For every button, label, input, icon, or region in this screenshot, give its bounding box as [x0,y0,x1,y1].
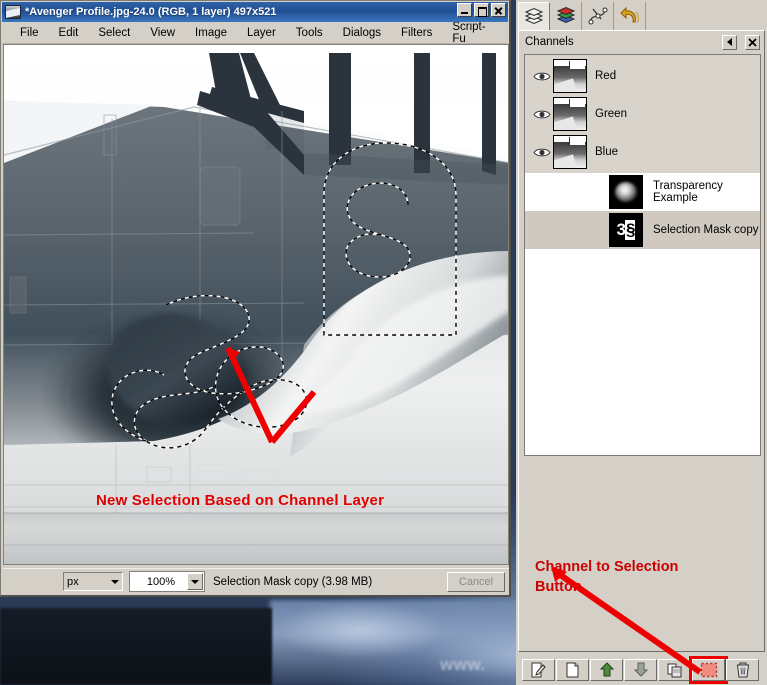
channel-row-green[interactable]: Green [525,95,760,133]
mask-thumbnail-glyph: 3 § [616,220,636,240]
dock-panel: Channels Red Green Blue Transparency Exa… [516,0,767,685]
menu-layer[interactable]: Layer [237,25,286,41]
new-channel-button[interactable] [556,658,589,681]
undo-arrow-icon [619,6,639,24]
zoom-dropdown-button[interactable] [187,573,203,590]
status-message: Selection Mask copy (3.98 MB) [213,575,373,588]
menu-bar: File Edit Select View Image Layer Tools … [2,21,508,45]
channel-label: Red [595,70,617,82]
channels-button-bar [519,655,764,684]
undo-history-tab[interactable] [614,2,646,30]
window-controls [457,3,506,17]
close-button[interactable] [491,3,506,17]
channel-row-blue[interactable]: Blue [525,133,760,171]
channels-dialog-header: Channels [519,31,764,53]
menu-image[interactable]: Image [185,25,237,41]
down-arrow-icon [633,662,648,677]
channel-row-transparency-example[interactable]: Transparency Example [525,173,760,211]
up-arrow-icon [599,662,614,677]
canvas-annotation-text: New Selection Based on Channel Layer [96,492,385,509]
title-bar[interactable]: *Avenger Profile.jpg-24.0 (RGB, 1 layer)… [2,2,508,22]
blank-page-icon [566,662,579,677]
lower-channel-button[interactable] [624,658,657,681]
pencil-document-icon [531,662,546,677]
maximize-button[interactable] [474,3,489,17]
channel-to-selection-button[interactable] [689,655,728,684]
marching-ants-selection-icon [700,662,717,677]
dock-tab-bar [516,0,767,30]
raise-channel-button[interactable] [590,658,623,681]
menu-script-fu[interactable]: Script-Fu [442,19,508,47]
menu-select[interactable]: Select [88,25,140,41]
zoom-value: 100% [146,575,176,588]
menu-file[interactable]: File [10,25,49,41]
chevron-down-icon [111,579,119,584]
trash-can-icon [736,662,749,677]
paths-icon [588,7,607,25]
channel-label: Transparency Example [653,180,723,204]
chevron-down-icon [191,579,199,584]
eye-icon [533,110,551,118]
eye-icon [533,72,551,80]
image-canvas[interactable]: New Selection Based on Channel Layer [3,44,509,565]
channel-thumbnail [553,97,587,131]
wallpaper-watermark: www. [440,655,486,674]
menu-edit[interactable]: Edit [49,25,89,41]
window-title: *Avenger Profile.jpg-24.0 (RGB, 1 layer)… [25,6,277,18]
menu-tools[interactable]: Tools [286,25,333,41]
channel-label: Blue [595,146,619,158]
copy-pages-icon [667,663,681,677]
channel-label: Selection Mask copy [653,224,759,236]
menu-view[interactable]: View [140,25,185,41]
duplicate-channel-button[interactable] [658,658,691,681]
channels-tab[interactable] [550,2,582,30]
image-window: *Avenger Profile.jpg-24.0 (RGB, 1 layer)… [0,0,511,597]
unit-selector[interactable]: px [63,572,123,591]
chevron-left-icon [727,38,732,46]
visibility-toggle[interactable] [531,147,553,158]
channel-thumbnail [553,59,587,93]
channel-row-red[interactable]: Red [525,57,760,95]
channel-thumbnail [553,135,587,169]
dock-annotation-text: Channel to Selection Button [535,559,679,595]
rgb-channel-group: Red Green Blue [525,55,760,173]
channels-icon [556,6,575,24]
paths-tab[interactable] [582,2,614,30]
image-thumbnail-icon [5,5,21,19]
status-bar: px 100% Selection Mask copy (3.98 MB) Ca… [3,568,509,594]
zoom-combobox[interactable]: 100% [129,571,205,592]
visibility-toggle[interactable] [531,71,553,82]
cancel-button[interactable]: Cancel [447,571,505,592]
panel-title: Channels [525,36,574,48]
channel-label: Green [595,108,627,120]
close-dialog-button[interactable] [745,34,760,50]
eye-icon [533,148,551,156]
collapse-button[interactable] [722,34,737,50]
channel-thumbnail: 3 § [609,213,643,247]
mask-channel-group: Transparency Example 3 § Selection Mask c… [525,173,760,249]
channels-list[interactable]: Red Green Blue Transparency Example 3 § … [524,54,761,456]
layers-icon [524,7,544,24]
minimize-button[interactable] [457,3,472,17]
statusbar-spacer [5,572,61,592]
delete-channel-button[interactable] [726,658,759,681]
menu-dialogs[interactable]: Dialogs [333,25,391,41]
aircraft-profile-artwork [4,45,508,564]
channels-dialog: Channels Red Green Blue Transparency Exa… [518,30,765,652]
wallpaper-dark-region [0,608,272,685]
unit-value: px [67,575,79,588]
screen: www. *Avenger Profile.jpg-24.0 (RGB, 1 l… [0,0,767,685]
edit-channel-attributes-button[interactable] [522,658,555,681]
close-icon [748,37,757,47]
channel-thumbnail [609,175,643,209]
menu-filters[interactable]: Filters [391,25,442,41]
channel-row-selection-mask-copy[interactable]: 3 § Selection Mask copy [525,211,760,249]
layers-tab[interactable] [518,2,550,30]
visibility-toggle[interactable] [531,109,553,120]
